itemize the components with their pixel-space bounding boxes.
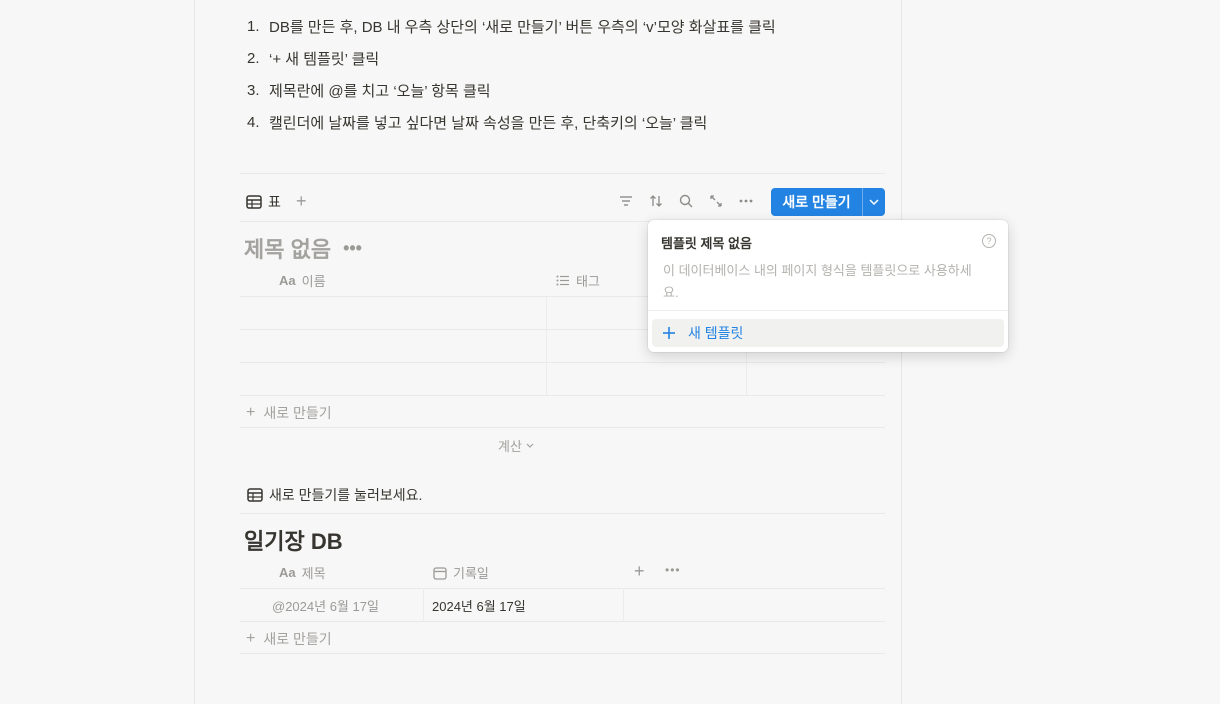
database-title[interactable]: 제목 없음 ••• — [244, 232, 362, 264]
new-template-button[interactable]: 새 템플릿 — [652, 319, 1004, 347]
page-left-border — [194, 0, 195, 704]
sort-icon[interactable] — [647, 192, 665, 210]
column-header-date[interactable]: 기록일 — [433, 563, 489, 582]
add-view-icon[interactable]: + — [296, 190, 307, 212]
table-icon — [247, 488, 263, 502]
page-right-border — [901, 0, 902, 704]
database-title[interactable]: 일기장 DB — [244, 524, 343, 556]
table-cell-border — [423, 588, 424, 621]
table-row-divider — [240, 621, 885, 622]
database-title-text: 제목 없음 — [244, 237, 332, 262]
new-button[interactable]: 새로 만들기 — [771, 188, 862, 216]
toolbar-tools — [617, 192, 755, 210]
step-item: 3. 제목란에 @를 치고 ‘오늘’ 항목 클릭 — [247, 81, 491, 100]
view-tab-label: 표 — [268, 194, 281, 210]
table-cell-border — [546, 296, 547, 395]
add-row-button[interactable]: + 새로 만들기 — [246, 629, 332, 649]
menu-divider — [648, 310, 1008, 311]
search-icon[interactable] — [677, 192, 695, 210]
text-property-icon: Aa — [279, 273, 296, 288]
column-header-title[interactable]: Aa 제목 — [279, 563, 326, 582]
more-options-icon[interactable] — [737, 192, 755, 210]
chevron-down-icon — [526, 443, 534, 448]
add-property-icon[interactable]: + — [634, 561, 645, 582]
expand-icon[interactable] — [707, 192, 725, 210]
table-row-divider — [240, 395, 885, 396]
table-icon — [246, 195, 262, 209]
new-dropdown-button[interactable] — [863, 188, 885, 216]
more-options-icon[interactable]: ••• — [665, 563, 681, 577]
more-options-icon[interactable]: ••• — [343, 238, 362, 259]
step-item: 2. ‘+ 새 템플릿’ 클릭 — [247, 49, 380, 68]
divider — [240, 173, 885, 174]
divider — [240, 513, 885, 514]
divider — [240, 653, 885, 654]
column-header-name[interactable]: Aa 이름 — [279, 271, 326, 290]
row-title-cell[interactable]: @2024년 6월 17일 — [272, 596, 379, 615]
instruction-list: 1. DB를 만든 후, DB 내 우측 상단의 ‘새로 만들기’ 버튼 우측의 … — [247, 10, 887, 138]
table-row-divider — [240, 588, 885, 589]
plus-icon: + — [246, 404, 256, 421]
chevron-down-icon — [869, 199, 879, 205]
divider — [240, 427, 885, 428]
plus-icon: + — [246, 630, 256, 647]
help-icon[interactable]: ? — [982, 234, 996, 248]
row-date-cell[interactable]: 2024년 6월 17일 — [432, 596, 526, 615]
plus-icon — [663, 327, 675, 339]
filter-icon[interactable] — [617, 192, 635, 210]
table-row-divider — [240, 362, 885, 363]
step-item: 1. DB를 만든 후, DB 내 우측 상단의 ‘새로 만들기’ 버튼 우측의 … — [247, 17, 776, 36]
database-toolbar: 표 + 새로 만들기 — [240, 186, 885, 218]
new-button-group: 새로 만들기 — [771, 188, 885, 216]
calendar-icon — [433, 566, 447, 580]
add-row-button[interactable]: + 새로 만들기 — [246, 403, 332, 423]
step-item: 4. 캘린더에 날짜를 넣고 싶다면 날짜 속성을 만든 후, 단축키의 ‘오늘’… — [247, 113, 708, 132]
template-description: 이 데이터베이스 내의 페이지 형식을 템플릿으로 사용하세요. — [663, 263, 972, 300]
column-header-tags[interactable]: 태그 — [556, 271, 600, 290]
template-item-title[interactable]: 템플릿 제목 없음 — [661, 233, 752, 252]
linked-view-note[interactable]: 새로 만들기를 눌러보세요. — [247, 485, 422, 505]
table-cell-border — [623, 588, 624, 621]
view-tab-table[interactable]: 표 — [246, 192, 281, 212]
template-dropdown-menu: 템플릿 제목 없음 ? 이 데이터베이스 내의 페이지 형식을 템플릿으로 사용… — [648, 220, 1008, 352]
calculate-button[interactable]: 계산 — [498, 436, 534, 455]
list-icon — [556, 275, 569, 286]
text-property-icon: Aa — [279, 565, 296, 580]
